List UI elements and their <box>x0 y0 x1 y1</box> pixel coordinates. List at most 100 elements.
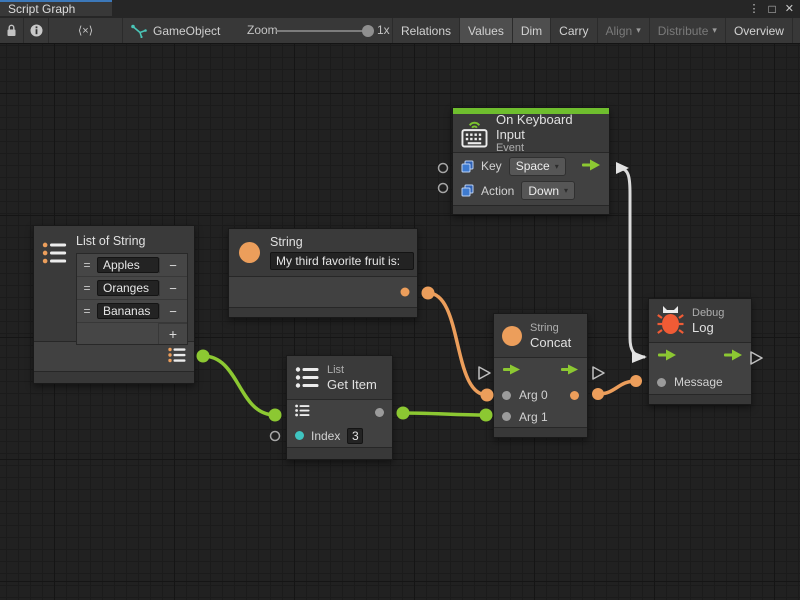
wire-end-dot[interactable] <box>197 350 210 363</box>
list-icon <box>168 347 186 363</box>
tab-title: Script Graph <box>8 2 75 16</box>
port-label-arg0: Arg 0 <box>519 388 548 402</box>
node-category: Debug <box>692 307 724 320</box>
wire-end-dot[interactable] <box>422 287 435 300</box>
list-item-field[interactable]: Oranges <box>97 280 159 296</box>
chevron-down-icon: ▾ <box>555 162 559 171</box>
button-overview[interactable]: Overview <box>725 18 792 43</box>
zoom-value: 1x <box>377 18 390 43</box>
node-category: String <box>530 322 571 335</box>
node-keyboard-event[interactable]: On Keyboard Input Event Key Space ▾ <box>452 107 610 215</box>
node-string-literal[interactable]: String My third favorite fruit is: <box>228 228 418 318</box>
port-label-index: Index <box>311 429 340 443</box>
zoom-slider-track[interactable] <box>276 30 368 32</box>
button-align[interactable]: Align▾ <box>597 18 649 43</box>
node-get-item[interactable]: List Get Item Index 3 <box>286 355 393 460</box>
info-button[interactable] <box>24 18 49 43</box>
wire-getitem-to-concat[interactable] <box>403 413 486 415</box>
arg0-input-port[interactable] <box>502 391 511 400</box>
remove-item-button[interactable]: − <box>159 258 186 273</box>
list-item-field[interactable]: Apples <box>97 257 159 273</box>
arg1-input-port[interactable] <box>502 412 511 421</box>
drag-handle-icon[interactable]: = <box>77 258 97 272</box>
zoom-slider[interactable] <box>276 18 368 43</box>
tab-script-graph[interactable]: Script Graph <box>0 0 112 16</box>
node-title: Concat <box>530 335 571 350</box>
game-object-label: GameObject <box>153 24 220 38</box>
chevron-down-icon: ▾ <box>712 25 717 36</box>
code-view-icon: ⟨×⟩ <box>78 24 93 37</box>
button-carry[interactable]: Carry <box>550 18 596 43</box>
more-options-icon[interactable]: ⋮ <box>749 0 760 18</box>
list-item-field[interactable]: Bananas <box>97 303 159 319</box>
wire-concat-to-log[interactable] <box>598 381 636 394</box>
add-item-button[interactable]: + <box>158 323 187 344</box>
maximize-icon[interactable]: □ <box>769 0 776 18</box>
result-output-port[interactable] <box>375 408 384 417</box>
list-icon <box>295 404 310 417</box>
wire-end-dot[interactable] <box>480 409 493 422</box>
index-value-field[interactable]: 3 <box>347 428 363 444</box>
wire-end-dot[interactable] <box>481 389 494 402</box>
string-value-field[interactable]: My third favorite fruit is: <box>270 252 414 270</box>
green-arrow-icon <box>502 364 521 375</box>
string-type-icon <box>239 242 260 263</box>
graph-toolbar: ⟨×⟩ GameObject Zoom 1x Relations Values … <box>0 18 800 44</box>
trigger-output-port[interactable] <box>560 364 579 378</box>
wire-end-dot[interactable] <box>269 409 282 422</box>
node-subtitle: Event <box>496 142 601 155</box>
trigger-input-port[interactable] <box>502 364 521 378</box>
port-key-unconnected[interactable] <box>439 164 448 173</box>
port-index-unconnected[interactable] <box>271 432 280 441</box>
result-output-port[interactable] <box>570 391 579 400</box>
trigger-output-port[interactable] <box>581 159 601 174</box>
zoom-label: Zoom <box>247 18 278 43</box>
list-output-port[interactable] <box>168 347 186 366</box>
remove-item-button[interactable]: − <box>159 281 186 296</box>
wire-keyboard-to-log[interactable] <box>620 168 645 357</box>
node-footer <box>649 394 751 404</box>
wire-end-dot[interactable] <box>630 375 642 387</box>
button-dim[interactable]: Dim <box>512 18 550 43</box>
button-values[interactable]: Values <box>459 18 512 43</box>
code-view-button[interactable]: ⟨×⟩ <box>49 18 123 43</box>
port-action-unconnected[interactable] <box>439 184 448 193</box>
wire-list-to-getitem[interactable] <box>203 356 275 415</box>
close-icon[interactable]: ✕ <box>785 0 794 18</box>
node-list-of-string[interactable]: List of String = Apples − = Oranges − = <box>33 225 195 384</box>
lock-button[interactable] <box>0 18 24 43</box>
green-arrow-icon <box>560 364 579 375</box>
wire-arrowhead-icon <box>632 351 647 363</box>
lock-icon <box>6 24 17 37</box>
button-full-screen[interactable]: Full Screen <box>792 18 800 43</box>
node-concat[interactable]: String Concat Arg 0 <box>493 313 588 438</box>
button-relations[interactable]: Relations <box>392 18 459 43</box>
trigger-output-port[interactable] <box>723 349 743 364</box>
graph-canvas[interactable]: On Keyboard Input Event Key Space ▾ <box>0 44 800 600</box>
drag-handle-icon[interactable]: = <box>77 304 97 318</box>
button-distribute[interactable]: Distribute▾ <box>649 18 725 43</box>
index-input-port[interactable] <box>295 431 304 440</box>
node-title: String <box>270 235 414 250</box>
wire-end-dot[interactable] <box>397 407 410 420</box>
action-dropdown[interactable]: Down ▾ <box>521 181 575 200</box>
chevron-down-icon: ▾ <box>636 25 641 36</box>
remove-item-button[interactable]: − <box>159 304 186 319</box>
node-debug-log[interactable]: Debug Log Message <box>648 298 752 405</box>
message-input-port[interactable] <box>657 378 666 387</box>
trigger-input-port[interactable] <box>657 349 677 364</box>
zoom-slider-handle[interactable] <box>362 25 374 37</box>
game-object-context[interactable]: GameObject <box>130 18 220 43</box>
green-arrow-icon <box>657 349 677 361</box>
green-arrow-icon <box>723 349 743 361</box>
string-type-icon <box>502 326 522 346</box>
key-dropdown[interactable]: Space ▾ <box>509 157 566 176</box>
drag-handle-icon[interactable]: = <box>77 281 97 295</box>
wire-end-dot[interactable] <box>592 388 604 400</box>
list-item-row: = Apples − <box>77 254 187 277</box>
toolbar-toggle-group: Relations Values Dim Carry Align▾ Distri… <box>392 18 800 43</box>
list-icon <box>295 366 319 389</box>
node-footer <box>229 307 417 317</box>
list-input-port[interactable] <box>295 404 310 420</box>
wire-string-to-concat[interactable] <box>428 293 487 395</box>
